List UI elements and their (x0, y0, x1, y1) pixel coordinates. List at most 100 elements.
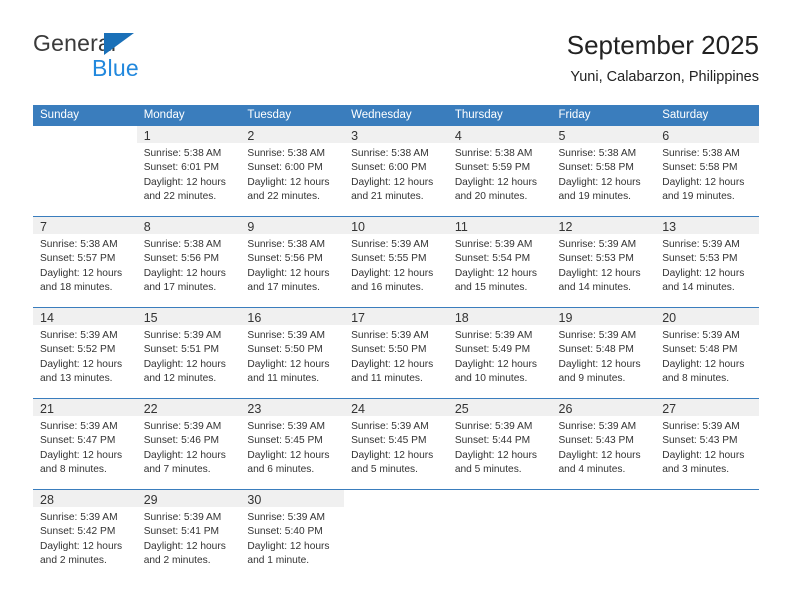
day-number: 16 (247, 311, 262, 325)
day-cell-29[interactable]: 29 Sunrise: 5:39 AM Sunset: 5:41 PM Dayligh… (136, 490, 241, 580)
day-detail-line: Sunrise: 5:39 AM (247, 512, 325, 523)
calendar-day-cell: 10 Sunrise: 5:39 AM Sunset: 5:55 PM Dayligh… (344, 216, 448, 308)
calendar-day-cell: 16 Sunrise: 5:39 AM Sunset: 5:50 PM Dayligh… (240, 307, 345, 399)
day-cell-5[interactable]: 5 Sunrise: 5:38 AM Sunset: 5:58 PM Daylight… (551, 126, 656, 216)
day-detail-line: Daylight: 12 hours (40, 449, 123, 461)
day-detail-line: Sunrise: 5:39 AM (662, 239, 740, 250)
day-number-band: 3 (344, 126, 448, 143)
day-detail-line: Sunrise: 5:39 AM (351, 421, 429, 432)
day-cell-20[interactable]: 20 Sunrise: 5:39 AM Sunset: 5:48 PM Dayligh… (655, 308, 759, 398)
day-detail-line: Daylight: 12 hours (40, 267, 123, 279)
day-number: 18 (454, 311, 469, 325)
day-detail-line: Sunrise: 5:38 AM (143, 148, 222, 159)
calendar-day-cell: 4 Sunrise: 5:38 AM Sunset: 5:59 PM Daylight… (447, 126, 552, 217)
day-detail-line: and 15 minutes. (454, 282, 528, 294)
day-number-band: 16 (240, 308, 345, 325)
day-details: Sunrise: 5:38 AM Sunset: 5:59 PM Daylight:… (448, 143, 552, 205)
day-detail-line: Sunrise: 5:38 AM (143, 239, 222, 250)
day-cell-26[interactable]: 26 Sunrise: 5:39 AM Sunset: 5:43 PM Dayligh… (551, 399, 656, 489)
day-detail-line: and 4 minutes. (558, 464, 626, 476)
day-cell-2[interactable]: 2 Sunrise: 5:38 AM Sunset: 6:00 PM Daylight… (240, 126, 345, 216)
day-cell-12[interactable]: 12 Sunrise: 5:39 AM Sunset: 5:53 PM Dayligh… (551, 217, 656, 307)
day-details: Sunrise: 5:39 AM Sunset: 5:54 PM Daylight:… (448, 234, 552, 296)
day-number-band: 11 (447, 217, 552, 234)
day-number-band (33, 126, 137, 143)
day-details: Sunrise: 5:38 AM Sunset: 5:56 PM Daylight:… (240, 234, 344, 296)
day-cell-13[interactable]: 13 Sunrise: 5:39 AM Sunset: 5:53 PM Dayligh… (655, 217, 759, 307)
day-number-band: 8 (136, 217, 241, 234)
calendar-week-row: 28 Sunrise: 5:39 AM Sunset: 5:42 PM Dayligh… (33, 490, 759, 581)
day-cell-11[interactable]: 11 Sunrise: 5:39 AM Sunset: 5:54 PM Dayligh… (447, 217, 552, 307)
day-detail-line: and 11 minutes. (351, 373, 423, 385)
page-title: September 2025 (566, 30, 759, 60)
day-cell-7[interactable]: 7 Sunrise: 5:38 AM Sunset: 5:57 PM Daylight… (33, 217, 137, 307)
day-detail-line: Sunrise: 5:38 AM (247, 239, 325, 250)
weekday-header-wednesday: Wednesday (344, 105, 448, 126)
weekday-header-row: Sunday Monday Tuesday Wednesday Thursday Frid… (33, 105, 759, 126)
weekday-header-friday: Friday (551, 105, 656, 126)
day-cell-24[interactable]: 24 Sunrise: 5:39 AM Sunset: 5:45 PM Dayligh… (344, 399, 448, 489)
calendar-week-row: 21 Sunrise: 5:39 AM Sunset: 5:47 PM Dayligh… (33, 398, 759, 490)
page-subtitle: Yuni, Calabarzon, Philippines (570, 69, 759, 85)
day-detail-line: Sunset: 5:52 PM (40, 344, 116, 356)
general-blue-logo[interactable]: General Blue (33, 30, 243, 88)
day-detail-line: Daylight: 12 hours (40, 358, 123, 370)
day-cell-4[interactable]: 4 Sunrise: 5:38 AM Sunset: 5:59 PM Daylight… (447, 126, 552, 216)
day-detail-line: Daylight: 12 hours (247, 267, 330, 279)
day-detail-line: and 17 minutes. (143, 282, 217, 294)
day-cell-19[interactable]: 19 Sunrise: 5:39 AM Sunset: 5:48 PM Dayligh… (551, 308, 656, 398)
day-number-band: 18 (447, 308, 552, 325)
day-number: 9 (247, 220, 255, 234)
day-details: Sunrise: 5:39 AM Sunset: 5:50 PM Daylight:… (344, 325, 448, 387)
day-cell-3[interactable]: 3 Sunrise: 5:38 AM Sunset: 6:00 PM Daylight… (344, 126, 448, 216)
day-cell-27[interactable]: 27 Sunrise: 5:39 AM Sunset: 5:43 PM Dayligh… (655, 399, 759, 489)
day-number: 26 (558, 402, 573, 416)
day-cell-1[interactable]: 1 Sunrise: 5:38 AM Sunset: 6:01 PM Daylight… (136, 126, 241, 216)
day-number-band: 5 (551, 126, 656, 143)
day-detail-line: Sunrise: 5:39 AM (558, 239, 637, 250)
day-number: 22 (143, 402, 158, 416)
logo-text-blue: Blue (92, 55, 139, 81)
day-cell-22[interactable]: 22 Sunrise: 5:39 AM Sunset: 5:46 PM Dayligh… (136, 399, 241, 489)
day-detail-line: Sunrise: 5:38 AM (662, 148, 740, 159)
day-detail-line: Sunrise: 5:39 AM (143, 330, 222, 341)
day-cell-9[interactable]: 9 Sunrise: 5:38 AM Sunset: 5:56 PM Daylight… (240, 217, 345, 307)
day-cell-25[interactable]: 25 Sunrise: 5:39 AM Sunset: 5:44 PM Dayligh… (447, 399, 552, 489)
day-detail-line: Sunset: 5:55 PM (351, 253, 427, 265)
day-cell-23[interactable]: 23 Sunrise: 5:39 AM Sunset: 5:45 PM Dayligh… (240, 399, 345, 489)
day-detail-line: Daylight: 12 hours (351, 449, 434, 461)
calendar-day-cell: 22 Sunrise: 5:39 AM Sunset: 5:46 PM Dayligh… (136, 398, 241, 490)
day-detail-line: and 14 minutes. (662, 282, 735, 294)
day-number-band: 7 (33, 217, 137, 234)
day-cell-15[interactable]: 15 Sunrise: 5:39 AM Sunset: 5:51 PM Dayligh… (136, 308, 241, 398)
day-detail-line: Daylight: 12 hours (454, 358, 537, 370)
day-details: Sunrise: 5:38 AM Sunset: 5:58 PM Daylight:… (655, 143, 759, 205)
day-cell-10[interactable]: 10 Sunrise: 5:39 AM Sunset: 5:55 PM Dayligh… (344, 217, 448, 307)
day-detail-line: Daylight: 12 hours (558, 267, 641, 279)
day-cell-6[interactable]: 6 Sunrise: 5:38 AM Sunset: 5:58 PM Daylight… (655, 126, 759, 216)
day-detail-line: Sunset: 5:50 PM (351, 344, 427, 356)
day-detail-line: Sunrise: 5:39 AM (351, 239, 429, 250)
calendar-header-row-group: Sunday Monday Tuesday Wednesday Thursday Frid… (33, 105, 759, 126)
day-cell-17[interactable]: 17 Sunrise: 5:39 AM Sunset: 5:50 PM Dayligh… (344, 308, 448, 398)
day-detail-line: Sunset: 5:57 PM (40, 253, 116, 265)
day-cell-21[interactable]: 21 Sunrise: 5:39 AM Sunset: 5:47 PM Dayligh… (33, 399, 137, 489)
day-number-band: 28 (33, 490, 137, 507)
calendar-day-cell (552, 490, 656, 581)
day-detail-line: Daylight: 12 hours (558, 358, 641, 370)
day-cell-28[interactable]: 28 Sunrise: 5:39 AM Sunset: 5:42 PM Dayligh… (33, 490, 137, 580)
calendar-day-cell: 6 Sunrise: 5:38 AM Sunset: 5:58 PM Daylight… (655, 126, 759, 217)
day-cell-8[interactable]: 8 Sunrise: 5:38 AM Sunset: 5:56 PM Daylight… (136, 217, 241, 307)
day-detail-line: Daylight: 12 hours (662, 358, 745, 370)
day-number-band (448, 490, 552, 507)
day-number: 2 (247, 129, 255, 143)
day-cell-16[interactable]: 16 Sunrise: 5:39 AM Sunset: 5:50 PM Dayligh… (240, 308, 345, 398)
day-cell-18[interactable]: 18 Sunrise: 5:39 AM Sunset: 5:49 PM Dayligh… (447, 308, 552, 398)
day-details: Sunrise: 5:39 AM Sunset: 5:40 PM Daylight:… (240, 507, 344, 569)
day-detail-line: Sunset: 5:47 PM (40, 435, 116, 447)
day-detail-line: Daylight: 12 hours (143, 176, 226, 188)
day-cell-30[interactable]: 30 Sunrise: 5:39 AM Sunset: 5:40 PM Dayligh… (240, 490, 345, 580)
day-number: 25 (454, 402, 469, 416)
day-detail-line: Sunset: 5:46 PM (143, 435, 220, 447)
day-cell-14[interactable]: 14 Sunrise: 5:39 AM Sunset: 5:52 PM Dayligh… (33, 308, 137, 398)
